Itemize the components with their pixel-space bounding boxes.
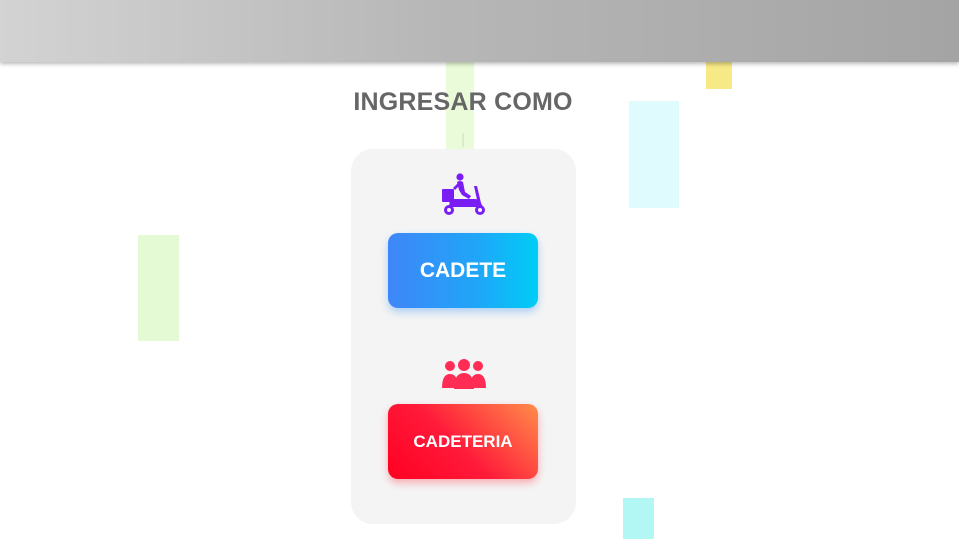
decorative-shape xyxy=(706,62,732,89)
decorative-shape xyxy=(138,235,179,341)
decorative-shape xyxy=(462,133,464,147)
decorative-shape xyxy=(623,498,654,539)
page-title: INGRESAR COMO xyxy=(353,88,573,116)
page: INGRESAR COMO CADETE CADETERIA xyxy=(0,0,959,539)
scooter-icon xyxy=(442,173,485,215)
top-bar xyxy=(0,0,959,62)
cadeteria-button[interactable]: CADETERIA xyxy=(388,404,538,479)
cadete-button[interactable]: CADETE xyxy=(388,233,538,308)
decorative-shape xyxy=(629,101,679,208)
group-icon xyxy=(442,359,486,389)
